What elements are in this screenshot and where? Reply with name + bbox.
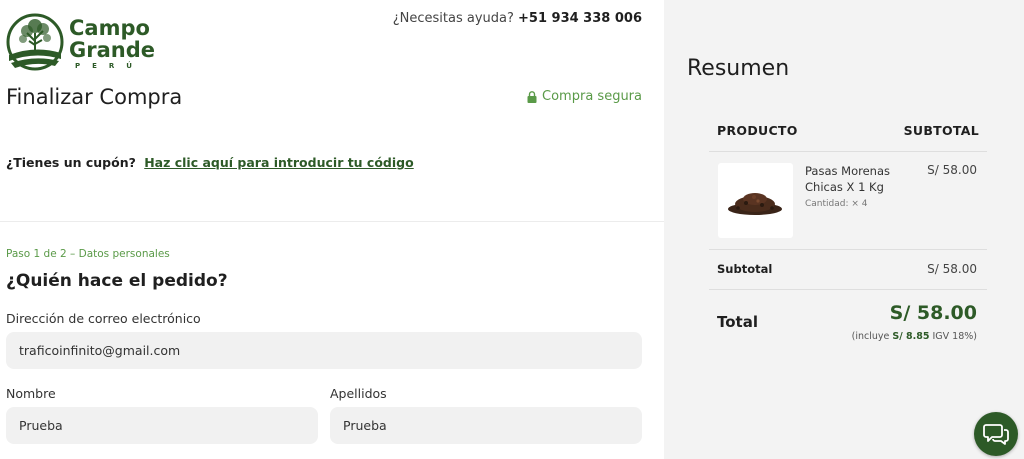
secure-label: Compra segura — [542, 89, 642, 104]
campo-grande-logo[interactable]: Campo Grande PERÚ — [5, 11, 165, 75]
secure-purchase-badge: Compra segura — [527, 89, 642, 104]
help-text: ¿Necesitas ayuda? — [392, 11, 514, 26]
page-title: Finalizar Compra — [6, 85, 183, 109]
summary-divider — [709, 249, 987, 250]
brand-wordmark: Campo Grande — [69, 16, 155, 62]
first-name-field[interactable] — [6, 407, 318, 444]
tax-amount: S/ 8.85 — [892, 331, 930, 342]
product-quantity: Cantidad: × 4 — [805, 199, 868, 209]
coupon-prompt: ¿Tienes un cupón? — [6, 155, 136, 170]
coupon-link[interactable]: Haz clic aquí para introducir tu código — [144, 155, 413, 170]
chat-button[interactable] — [974, 412, 1018, 456]
last-name-label: Apellidos — [330, 386, 387, 401]
total-label: Total — [717, 313, 758, 331]
help-phone[interactable]: +51 934 338 006 — [518, 11, 642, 26]
step-indicator: Paso 1 de 2 – Datos personales — [6, 248, 170, 260]
section-title: ¿Quién hace el pedido? — [6, 271, 228, 291]
col-product-header: PRODUCTO — [717, 123, 798, 138]
summary-divider — [709, 151, 987, 152]
summary-divider — [709, 289, 987, 290]
brand-tagline: PERÚ — [75, 62, 144, 70]
summary-title: Resumen — [687, 56, 790, 81]
lock-icon — [527, 90, 537, 103]
checkout-panel: Campo Grande PERÚ ¿Necesitas ayuda? +51 … — [0, 0, 664, 459]
product-name: Pasas Morenas Chicas X 1 Kg — [805, 164, 890, 194]
raisins-product-image[interactable] — [718, 163, 793, 238]
section-divider — [0, 221, 664, 222]
product-price: S/ 58.00 — [927, 163, 977, 177]
col-subtotal-header: SUBTOTAL — [903, 123, 979, 138]
chat-icon — [983, 424, 1009, 445]
tax-note: (incluye S/ 8.85 IGV 18%) — [851, 331, 977, 342]
help-contact: ¿Necesitas ayuda? +51 934 338 006 — [393, 11, 642, 26]
subtotal-label: Subtotal — [717, 262, 773, 276]
email-label: Dirección de correo electrónico — [6, 311, 201, 326]
email-field[interactable] — [6, 332, 642, 369]
total-value: S/ 58.00 — [889, 302, 977, 324]
order-summary-panel: Resumen PRODUCTO SUBTOTAL Pasas Morenas … — [664, 0, 1024, 459]
coupon-row: ¿Tienes un cupón? Haz clic aquí para int… — [6, 155, 414, 170]
subtotal-value: S/ 58.00 — [927, 262, 977, 276]
last-name-field[interactable] — [330, 407, 642, 444]
logo-emblem-icon — [6, 13, 64, 71]
first-name-label: Nombre — [6, 386, 56, 401]
raisins-icon — [728, 193, 782, 215]
